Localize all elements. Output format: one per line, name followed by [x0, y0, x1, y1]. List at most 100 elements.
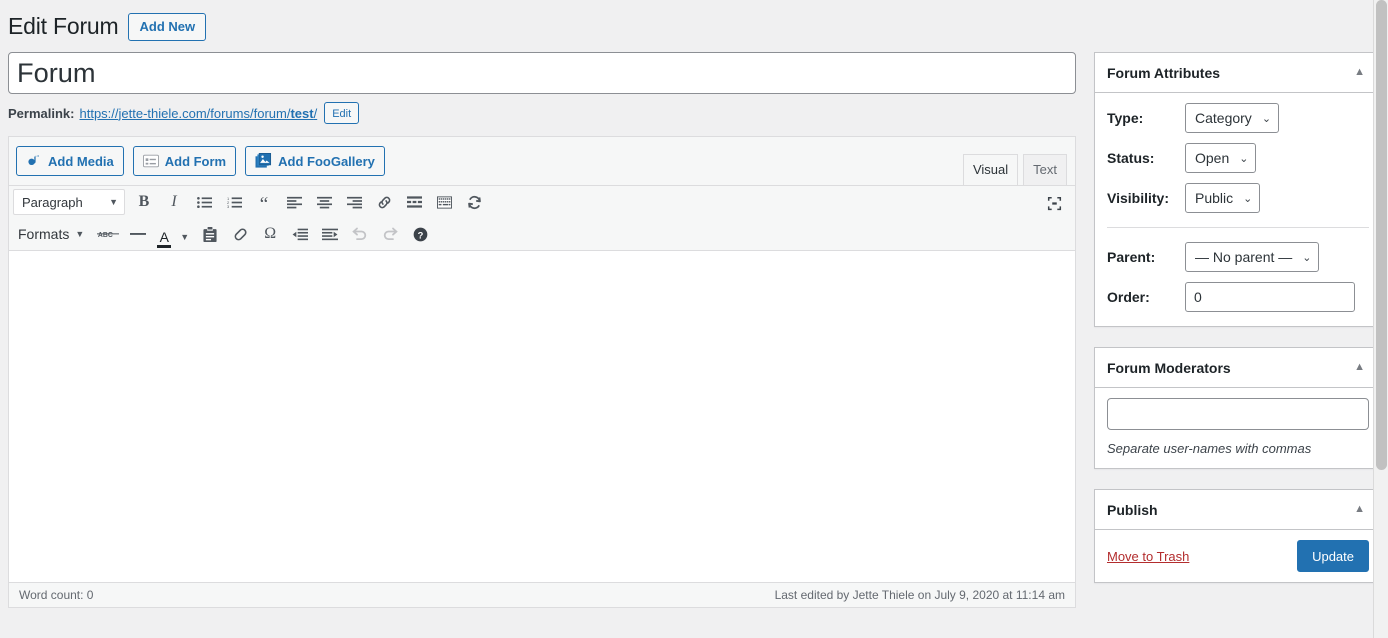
undo-icon[interactable]: [345, 220, 375, 248]
forum-order-label: Order:: [1107, 289, 1150, 305]
add-form-button[interactable]: Add Form: [132, 146, 237, 176]
forum-moderators-body: Separate user-names with commas: [1095, 388, 1381, 468]
forum-attributes-header[interactable]: Forum Attributes ▲: [1095, 53, 1381, 93]
editor-content-area[interactable]: [9, 250, 1075, 582]
permalink-slug: test: [290, 105, 314, 121]
attributes-divider: [1107, 227, 1369, 228]
horizontal-line-icon[interactable]: [123, 220, 153, 248]
forum-moderators-header[interactable]: Forum Moderators ▲: [1095, 348, 1381, 388]
add-foogallery-button[interactable]: Add FooGallery: [245, 146, 385, 176]
editor-statusbar: Word count: 0 Last edited by Jette Thiel…: [9, 582, 1075, 607]
chevron-up-icon[interactable]: ▲: [1350, 500, 1369, 519]
gallery-icon: [255, 153, 272, 169]
add-foogallery-label: Add FooGallery: [278, 153, 375, 169]
forum-order-row: Order:: [1107, 282, 1369, 312]
mce-toolbar: Paragraph ▼ B I 1 2 3 “ Formats ▼ ABC A …: [9, 185, 1075, 250]
publish-panel: Publish ▲ Move to Trash Update: [1094, 489, 1382, 583]
redo-icon[interactable]: [375, 220, 405, 248]
forum-status-select[interactable]: Open ⌄: [1185, 143, 1257, 173]
forum-moderators-input[interactable]: [1107, 398, 1369, 430]
edit-permalink-button[interactable]: Edit: [324, 102, 360, 124]
last-edited-info: Last edited by Jette Thiele on July 9, 2…: [774, 588, 1065, 602]
move-to-trash-link[interactable]: Move to Trash: [1107, 549, 1189, 564]
bold-icon[interactable]: B: [129, 188, 159, 216]
forum-type-label: Type:: [1107, 110, 1144, 126]
format-select[interactable]: Paragraph ▼: [13, 189, 125, 215]
format-select-value: Paragraph: [22, 194, 83, 210]
text-color-icon: A: [153, 230, 175, 248]
page-scrollbar[interactable]: [1373, 0, 1388, 638]
form-icon: [142, 154, 159, 168]
media-buttons-row: Add Media Add Form Add FooGallery Visual…: [9, 137, 1075, 186]
sidebar-column: Forum Attributes ▲ Type: Category ⌄ Stat…: [1094, 52, 1382, 603]
chevron-down-icon: ⌄: [1261, 112, 1272, 125]
chevron-up-icon[interactable]: ▲: [1350, 63, 1369, 82]
numbered-list-icon[interactable]: 1 2 3: [219, 188, 249, 216]
scrollbar-thumb[interactable]: [1376, 0, 1387, 470]
chevron-down-icon: ▼: [75, 229, 85, 239]
media-icon: [26, 153, 42, 169]
forum-type-select[interactable]: Category ⌄: [1185, 103, 1280, 133]
tab-visual[interactable]: Visual: [962, 154, 1019, 186]
read-more-icon[interactable]: [399, 188, 429, 216]
chevron-down-icon[interactable]: ▼: [180, 232, 189, 242]
clear-formatting-icon[interactable]: [225, 220, 255, 248]
forum-type-row: Type: Category ⌄: [1107, 103, 1369, 133]
forum-visibility-label: Visibility:: [1107, 190, 1169, 206]
forum-status-value: Open: [1195, 150, 1230, 166]
permalink-label: Permalink:: [8, 105, 75, 121]
title-field-wrapper: [8, 52, 1076, 94]
permalink-trailing: /: [313, 105, 318, 121]
page-heading: Edit Forum Add New: [8, 10, 1388, 44]
update-button[interactable]: Update: [1297, 540, 1369, 572]
bulleted-list-icon[interactable]: [189, 188, 219, 216]
forum-type-value: Category: [1195, 110, 1252, 126]
blockquote-icon[interactable]: “: [249, 188, 279, 216]
forum-visibility-select[interactable]: Public ⌄: [1185, 183, 1261, 213]
page-title: Edit Forum: [8, 13, 119, 40]
decrease-indent-icon[interactable]: [285, 220, 315, 248]
add-form-label: Add Form: [164, 153, 227, 169]
add-new-button[interactable]: Add New: [128, 13, 207, 41]
align-left-icon[interactable]: [279, 188, 309, 216]
forum-parent-select[interactable]: — No parent — ⌄: [1185, 242, 1320, 272]
chevron-down-icon: ▼: [109, 197, 118, 207]
fullscreen-icon[interactable]: [1039, 189, 1069, 217]
forum-order-input[interactable]: [1185, 282, 1355, 312]
mce-toolbar-row-2: Formats ▼ ABC A ▼ Ω ?: [9, 218, 1075, 250]
editor-mode-tabs: Visual Text: [958, 154, 1067, 186]
align-center-icon[interactable]: [309, 188, 339, 216]
tab-text[interactable]: Text: [1023, 154, 1067, 186]
strikethrough-icon[interactable]: ABC: [93, 220, 123, 248]
paste-as-text-icon[interactable]: [195, 220, 225, 248]
permalink-row: Permalink: https://jette-thiele.com/foru…: [8, 100, 1076, 126]
formats-menu-button[interactable]: Formats ▼: [13, 221, 91, 247]
add-media-button[interactable]: Add Media: [16, 146, 124, 176]
forum-status-label: Status:: [1107, 150, 1155, 166]
keyboard-shortcuts-icon[interactable]: [429, 188, 459, 216]
editor-container: Add Media Add Form Add FooGallery Visual…: [8, 136, 1076, 608]
align-right-icon[interactable]: [339, 188, 369, 216]
svg-text:ABC: ABC: [98, 232, 113, 239]
svg-text:?: ?: [417, 230, 423, 240]
forum-attributes-panel: Forum Attributes ▲ Type: Category ⌄ Stat…: [1094, 52, 1382, 327]
keyboard-help-icon[interactable]: ?: [405, 220, 435, 248]
publish-title: Publish: [1107, 501, 1158, 518]
chevron-up-icon[interactable]: ▲: [1350, 358, 1369, 377]
publish-header[interactable]: Publish ▲: [1095, 490, 1381, 530]
forum-visibility-value: Public: [1195, 190, 1234, 206]
forum-moderators-title: Forum Moderators: [1107, 359, 1231, 376]
word-count: Word count: 0: [19, 588, 94, 602]
text-color-button[interactable]: A ▼: [153, 220, 195, 248]
permalink-base: https://jette-thiele.com/forums/forum/: [79, 105, 291, 121]
chevron-down-icon: ⌄: [1239, 152, 1249, 165]
link-icon[interactable]: [369, 188, 399, 216]
permalink-url[interactable]: https://jette-thiele.com/forums/forum/te…: [79, 106, 317, 121]
post-title-input[interactable]: [8, 52, 1076, 94]
italic-icon[interactable]: I: [159, 188, 189, 216]
svg-text:3: 3: [227, 204, 230, 209]
increase-indent-icon[interactable]: [315, 220, 345, 248]
forum-parent-row: Parent: — No parent — ⌄: [1107, 242, 1369, 272]
special-character-icon[interactable]: Ω: [255, 220, 285, 248]
toolbar-toggle-icon[interactable]: [459, 188, 489, 216]
